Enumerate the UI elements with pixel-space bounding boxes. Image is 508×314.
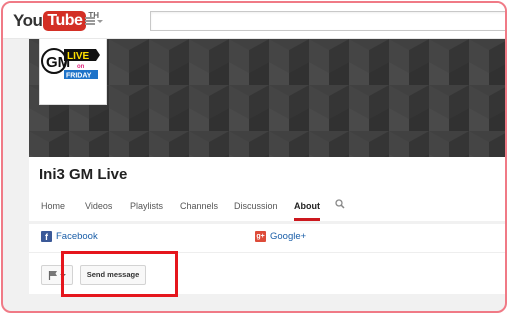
facebook-link[interactable]: f Facebook bbox=[41, 231, 98, 242]
gm-live-logo: GM LIVE on FRIDAY bbox=[41, 48, 100, 80]
tab-videos[interactable]: Videos bbox=[85, 199, 112, 221]
logo-tube-text: Tube bbox=[43, 11, 87, 31]
channel-title: Ini3 GM Live bbox=[39, 166, 128, 183]
tab-playlists[interactable]: Playlists bbox=[130, 199, 163, 221]
google-plus-icon: g+ bbox=[255, 231, 266, 242]
facebook-icon: f bbox=[41, 231, 52, 242]
screenshot-frame: You Tube TH GM LIVE on FRIDAY Ini3 GM Li… bbox=[1, 1, 507, 313]
hamburger-menu-icon bbox=[85, 17, 95, 25]
chevron-down-icon bbox=[60, 273, 66, 277]
channel-tabs: Home Videos Playlists Channels Discussio… bbox=[29, 199, 505, 221]
tab-discussion[interactable]: Discussion bbox=[234, 199, 278, 221]
avatar-friday-text: FRIDAY bbox=[66, 73, 92, 80]
tab-channels[interactable]: Channels bbox=[180, 199, 218, 221]
google-plus-link[interactable]: g+ Google+ bbox=[255, 231, 306, 242]
about-section: f Facebook g+ Google+ Send message bbox=[29, 224, 505, 294]
channel-avatar[interactable]: GM LIVE on FRIDAY bbox=[39, 39, 107, 105]
avatar-live-text: LIVE bbox=[67, 51, 90, 62]
magnifier-icon[interactable] bbox=[335, 199, 345, 209]
google-plus-link-label: Google+ bbox=[270, 231, 307, 242]
chevron-down-icon bbox=[97, 19, 103, 23]
avatar-on-text: on bbox=[77, 64, 85, 70]
top-bar: You Tube TH bbox=[3, 3, 505, 39]
flag-icon bbox=[48, 271, 57, 280]
search-input[interactable] bbox=[150, 11, 505, 31]
tab-home[interactable]: Home bbox=[41, 199, 65, 221]
channel-banner: GM LIVE on FRIDAY bbox=[29, 39, 505, 157]
channel-header: GM LIVE on FRIDAY Ini3 GM Live Home Vide… bbox=[29, 39, 505, 221]
send-message-button[interactable]: Send message bbox=[80, 265, 146, 285]
report-flag-button[interactable] bbox=[41, 265, 73, 285]
tab-about[interactable]: About bbox=[294, 199, 320, 221]
facebook-link-label: Facebook bbox=[56, 231, 98, 242]
logo-you-text: You bbox=[13, 11, 43, 30]
divider bbox=[29, 252, 505, 253]
guide-menu-button[interactable] bbox=[85, 14, 103, 28]
